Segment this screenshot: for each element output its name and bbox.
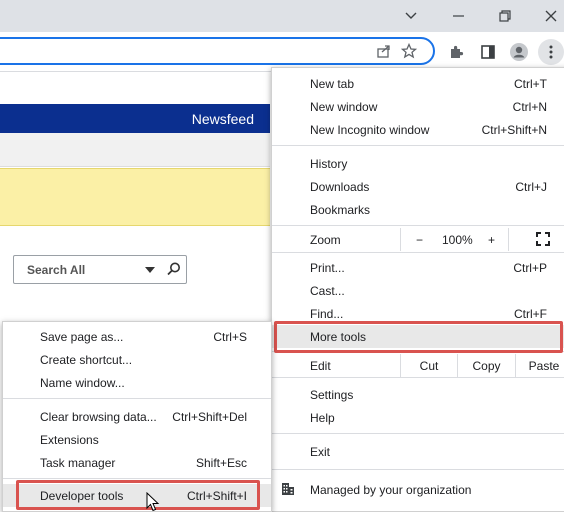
menu-item-label: New tab xyxy=(310,77,355,91)
menu-item-label: Cast... xyxy=(310,284,345,298)
paste-label: Paste xyxy=(528,359,560,373)
menu-item-bookmarks[interactable]: Bookmarks xyxy=(272,198,564,221)
profile-icon[interactable] xyxy=(507,40,531,64)
menu-divider xyxy=(272,252,564,253)
site-header-bar: Newsfeed xyxy=(0,104,270,133)
menu-item-history[interactable]: History xyxy=(272,152,564,175)
menu-item-label: History xyxy=(310,157,348,171)
menu-item-label: Exit xyxy=(310,445,331,459)
menu-item-label: Help xyxy=(310,411,335,425)
submenu-item-extensions[interactable]: Extensions xyxy=(3,428,271,451)
copy-label: Copy xyxy=(472,359,501,373)
submenu-item-name-window[interactable]: Name window... xyxy=(3,371,271,394)
building-icon xyxy=(282,483,294,495)
menu-item-help[interactable]: Help xyxy=(272,406,564,429)
menu-divider xyxy=(3,478,271,479)
zoom-in-button[interactable]: + xyxy=(488,233,495,247)
menu-divider xyxy=(272,225,564,226)
title-bar xyxy=(0,0,564,32)
menu-item-label: Task manager xyxy=(40,456,116,470)
submenu-item-task-manager[interactable]: Task manager Shift+Esc xyxy=(3,451,271,474)
menu-item-exit[interactable]: Exit xyxy=(272,440,564,463)
menu-item-print[interactable]: Print... Ctrl+P xyxy=(272,256,564,279)
menu-item-label: Downloads xyxy=(310,180,370,194)
menu-item-shortcut: Ctrl+F xyxy=(514,307,547,321)
search-all-field[interactable]: Search All xyxy=(13,255,187,284)
more-tools-highlight xyxy=(274,321,563,353)
restore-icon[interactable] xyxy=(482,0,528,32)
menu-item-shortcut: Ctrl+Shift+Del xyxy=(172,410,247,424)
developer-tools-highlight xyxy=(16,480,260,510)
share-icon[interactable] xyxy=(372,39,396,63)
cut-label: Cut xyxy=(419,359,439,373)
chrome-main-menu: New tab Ctrl+T New window Ctrl+N New Inc… xyxy=(271,67,564,512)
fullscreen-icon xyxy=(536,232,550,246)
menu-item-shortcut: Ctrl+Shift+N xyxy=(481,123,547,137)
menu-divider xyxy=(272,469,564,470)
menu-item-new-tab[interactable]: New tab Ctrl+T xyxy=(272,72,564,95)
menu-item-label: Managed by your organization xyxy=(310,483,472,497)
tab-search-icon[interactable] xyxy=(388,0,434,32)
menu-item-label: Find... xyxy=(310,307,344,321)
paste-button[interactable]: Paste xyxy=(515,354,564,377)
menu-divider xyxy=(272,377,564,378)
menu-divider xyxy=(3,398,271,399)
menu-item-label: Zoom xyxy=(310,233,341,247)
copy-button[interactable]: Copy xyxy=(457,354,515,377)
menu-item-label: Bookmarks xyxy=(310,203,371,217)
chrome-menu-icon[interactable] xyxy=(538,39,564,65)
menu-item-edit: Edit Cut Copy Paste xyxy=(272,354,564,377)
fullscreen-button[interactable] xyxy=(508,228,564,251)
menu-item-new-window[interactable]: New window Ctrl+N xyxy=(272,95,564,118)
menu-item-label: Extensions xyxy=(40,433,99,447)
menu-item-label: Settings xyxy=(310,388,354,402)
menu-item-label: Print... xyxy=(310,261,345,275)
browser-toolbar xyxy=(0,32,564,72)
menu-item-managed[interactable]: Managed by your organization xyxy=(272,478,564,501)
address-bar[interactable] xyxy=(0,37,435,65)
menu-item-label: New Incognito window xyxy=(310,123,430,137)
zoom-controls: − 100% + xyxy=(400,228,508,251)
menu-item-shortcut: Ctrl+T xyxy=(514,77,547,91)
extensions-icon[interactable] xyxy=(444,40,468,64)
side-panel-icon[interactable] xyxy=(476,40,500,64)
menu-item-label: Name window... xyxy=(40,376,125,390)
submenu-item-create-shortcut[interactable]: Create shortcut... xyxy=(3,348,271,371)
search-icon[interactable] xyxy=(166,261,182,280)
newsfeed-link[interactable]: Newsfeed xyxy=(192,111,254,127)
close-icon[interactable] xyxy=(528,0,564,32)
menu-divider xyxy=(272,145,564,146)
submenu-item-clear-browsing-data[interactable]: Clear browsing data... Ctrl+Shift+Del xyxy=(3,405,271,428)
menu-item-zoom: Zoom − 100% + xyxy=(272,228,564,251)
menu-item-shortcut: Ctrl+P xyxy=(513,261,547,275)
chevron-down-icon[interactable] xyxy=(145,267,155,273)
bookmark-star-icon[interactable] xyxy=(397,39,421,63)
site-subnav-bar xyxy=(0,133,270,167)
menu-item-downloads[interactable]: Downloads Ctrl+J xyxy=(272,175,564,198)
menu-item-new-incognito-window[interactable]: New Incognito window Ctrl+Shift+N xyxy=(272,118,564,141)
mouse-cursor-icon xyxy=(146,492,160,512)
menu-item-shortcut: Ctrl+J xyxy=(515,180,547,194)
menu-item-label: Clear browsing data... xyxy=(40,410,157,424)
zoom-level: 100% xyxy=(442,233,473,247)
notice-banner xyxy=(0,168,270,226)
cut-button[interactable]: Cut xyxy=(400,354,457,377)
menu-item-label: Create shortcut... xyxy=(40,353,133,367)
menu-item-shortcut: Ctrl+N xyxy=(512,100,547,114)
search-placeholder: Search All xyxy=(27,263,86,277)
menu-item-label: New window xyxy=(310,100,378,114)
submenu-item-save-page[interactable]: Save page as... Ctrl+S xyxy=(3,325,271,348)
menu-divider xyxy=(272,433,564,434)
menu-item-shortcut: Shift+Esc xyxy=(195,456,247,470)
zoom-out-button[interactable]: − xyxy=(416,233,423,247)
minimize-icon[interactable] xyxy=(436,0,482,32)
menu-item-settings[interactable]: Settings xyxy=(272,383,564,406)
menu-item-shortcut: Ctrl+S xyxy=(213,330,247,344)
menu-item-label: Edit xyxy=(310,359,331,373)
menu-item-cast[interactable]: Cast... xyxy=(272,279,564,302)
menu-item-label: Save page as... xyxy=(40,330,124,344)
